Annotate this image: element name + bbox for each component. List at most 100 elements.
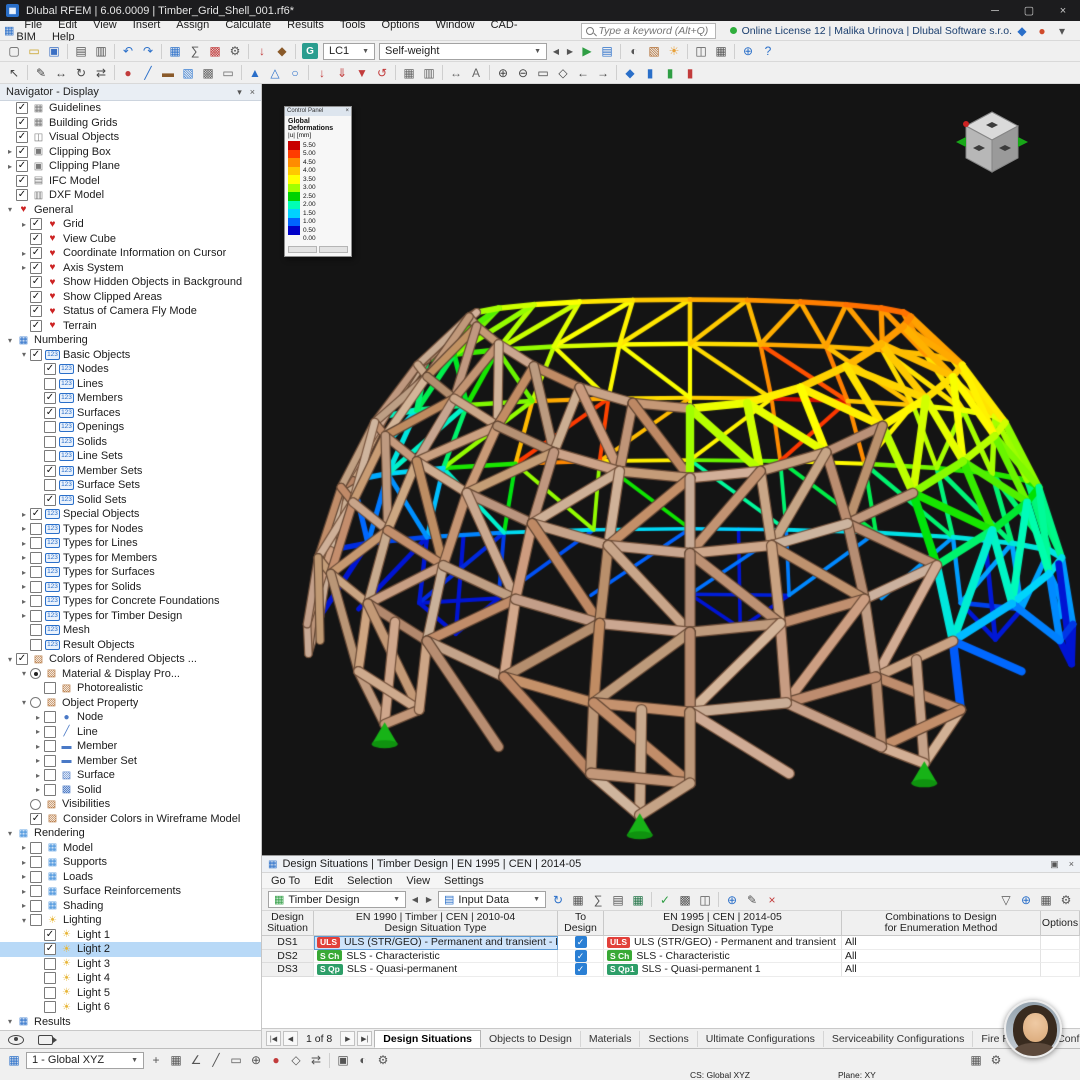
- panel-menu-go-to[interactable]: Go To: [264, 875, 307, 887]
- expander-icon[interactable]: ▸: [32, 771, 44, 780]
- expander-icon[interactable]: ▸: [32, 727, 44, 736]
- new-file-icon[interactable]: ▢: [4, 42, 24, 60]
- mirror-icon[interactable]: ⇄: [91, 64, 111, 82]
- plane-settings-icon[interactable]: ⚙: [986, 1051, 1006, 1069]
- snap-settings-icon[interactable]: ⚙: [373, 1051, 393, 1069]
- checkbox[interactable]: [30, 595, 42, 607]
- more-options-icon[interactable]: ▾: [1052, 22, 1072, 40]
- checkbox[interactable]: ✓: [16, 175, 28, 187]
- tree-item-show-clipped-areas[interactable]: ✓♥Show Clipped Areas: [0, 290, 261, 305]
- intersection-snap-icon[interactable]: ⇄: [306, 1051, 326, 1069]
- tree-item-line[interactable]: ▸╱Line: [0, 725, 261, 740]
- tree-item-view-cube[interactable]: ✓♥View Cube: [0, 232, 261, 247]
- expander-icon[interactable]: ▸: [18, 858, 30, 867]
- tree-item-solids[interactable]: 123Solids: [0, 435, 261, 450]
- tree-item-results[interactable]: ▾▦Results: [0, 1015, 261, 1030]
- checkbox[interactable]: [30, 581, 42, 593]
- checkbox[interactable]: ✓: [16, 117, 28, 129]
- options-cell[interactable]: [1041, 936, 1080, 950]
- checkbox[interactable]: ✓: [30, 218, 42, 230]
- expander-icon[interactable]: ▸: [18, 901, 30, 910]
- design-situation-type-right[interactable]: S Qp1SLS - Quasi-permanent 1: [604, 963, 842, 977]
- checkbox[interactable]: [44, 726, 56, 738]
- tree-item-numbering[interactable]: ▾▦Numbering: [0, 333, 261, 348]
- tree-item-light-1[interactable]: ✓☀Light 1: [0, 928, 261, 943]
- checkbox[interactable]: [44, 378, 56, 390]
- design-situation-row-ds3[interactable]: DS3S QpSLS - Quasi-permanent✓S Qp1SLS - …: [262, 963, 1080, 977]
- expander-icon[interactable]: ▸: [18, 597, 30, 606]
- visibility-eye-icon[interactable]: [8, 1035, 24, 1045]
- snap-icon[interactable]: +: [146, 1051, 166, 1069]
- coordinate-system-selector[interactable]: 1 - Global XYZ▼: [26, 1052, 144, 1069]
- panel-menu-view[interactable]: View: [399, 875, 437, 887]
- ortho-icon[interactable]: ∠: [186, 1051, 206, 1069]
- zoom-out-icon[interactable]: ⊖: [513, 64, 533, 82]
- checkbox[interactable]: [44, 682, 56, 694]
- expander-icon[interactable]: ▸: [18, 220, 30, 229]
- checkbox[interactable]: [30, 610, 42, 622]
- design-situation-type-left[interactable]: S ChSLS - Characteristic: [314, 950, 558, 964]
- checkbox[interactable]: [44, 784, 56, 796]
- tree-item-terrain[interactable]: ✓♥Terrain: [0, 319, 261, 334]
- checkbox[interactable]: [44, 421, 56, 433]
- expander-icon[interactable]: ▾: [4, 1017, 16, 1026]
- previous-load-case-button[interactable]: ◀: [549, 43, 563, 59]
- menu-file[interactable]: File: [16, 19, 50, 31]
- plane-grid-icon[interactable]: ▦: [966, 1051, 986, 1069]
- table-settings-icon[interactable]: ▦: [568, 891, 588, 909]
- menu-calculate[interactable]: Calculate: [217, 19, 279, 31]
- input-data-selector[interactable]: ▤Input Data▼: [438, 891, 546, 908]
- rendering-mode-icon[interactable]: ▧: [644, 42, 664, 60]
- checkbox[interactable]: ✓: [30, 262, 42, 274]
- tab-ultimate-configurations[interactable]: Ultimate Configurations: [698, 1031, 824, 1047]
- undo-icon[interactable]: ↶: [118, 42, 138, 60]
- opening-icon[interactable]: ▭: [218, 64, 238, 82]
- checkbox[interactable]: ✓: [16, 160, 28, 172]
- checkbox[interactable]: [30, 639, 42, 651]
- checkbox[interactable]: [30, 914, 42, 926]
- menu-results[interactable]: Results: [279, 19, 332, 31]
- checkbox[interactable]: [44, 987, 56, 999]
- tab-objects-to-design[interactable]: Objects to Design: [481, 1031, 581, 1047]
- radio-button[interactable]: [30, 697, 41, 708]
- expander-icon[interactable]: ▾: [18, 698, 30, 707]
- checkbox[interactable]: ✓: [44, 943, 56, 955]
- tree-item-node[interactable]: ▸●Node: [0, 710, 261, 725]
- previous-table-button[interactable]: ◀: [408, 892, 422, 908]
- minimize-button[interactable]: ─: [978, 0, 1012, 21]
- edit-row-icon[interactable]: ✎: [742, 891, 762, 909]
- close-button[interactable]: ×: [1046, 0, 1080, 21]
- tree-item-model[interactable]: ▸▦Model: [0, 841, 261, 856]
- tree-item-grid[interactable]: ▸✓♥Grid: [0, 217, 261, 232]
- table-options-icon[interactable]: ⚙: [1056, 891, 1076, 909]
- expander-icon[interactable]: ▸: [18, 553, 30, 562]
- options-cell[interactable]: [1041, 950, 1080, 964]
- checkbox[interactable]: [30, 871, 42, 883]
- tree-item-types-for-members[interactable]: ▸123Types for Members: [0, 551, 261, 566]
- tree-item-mesh[interactable]: 123Mesh: [0, 623, 261, 638]
- legend-option-button[interactable]: [319, 246, 348, 253]
- menu-view[interactable]: View: [85, 19, 125, 31]
- expander-icon[interactable]: ▸: [32, 756, 44, 765]
- menu-assign[interactable]: Assign: [168, 19, 217, 31]
- expander-icon[interactable]: ▸: [18, 539, 30, 548]
- expander-icon[interactable]: ▸: [4, 162, 16, 171]
- last-page-button[interactable]: ▶|: [357, 1031, 372, 1046]
- loads-icon[interactable]: ↓: [252, 42, 272, 60]
- solid-icon[interactable]: ▩: [198, 64, 218, 82]
- checkbox[interactable]: [30, 523, 42, 535]
- delete-row-icon[interactable]: ×: [762, 891, 782, 909]
- tree-item-light-6[interactable]: ☀Light 6: [0, 1000, 261, 1015]
- tree-item-visual-objects[interactable]: ✓◫Visual Objects: [0, 130, 261, 145]
- checkbox[interactable]: [44, 450, 56, 462]
- nodal-support-icon[interactable]: ▲: [245, 64, 265, 82]
- check-entries-icon[interactable]: ✓: [655, 891, 675, 909]
- radio-button[interactable]: [30, 668, 41, 679]
- node-icon[interactable]: ●: [118, 64, 138, 82]
- visibility-icon[interactable]: ◐: [624, 42, 644, 60]
- checkbox[interactable]: [44, 740, 56, 752]
- tree-item-rendering[interactable]: ▾▦Rendering: [0, 826, 261, 841]
- moment-load-icon[interactable]: ↺: [372, 64, 392, 82]
- checkbox[interactable]: [44, 479, 56, 491]
- hinge-icon[interactable]: ○: [285, 64, 305, 82]
